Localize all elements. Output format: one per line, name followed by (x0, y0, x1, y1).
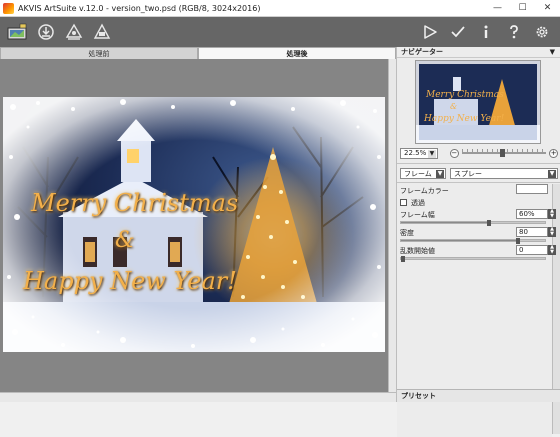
run-icon (424, 25, 437, 39)
density-spinner[interactable]: ▲ ▼ (548, 227, 556, 237)
seed-spinner[interactable]: ▲ ▼ (548, 245, 556, 255)
close-button[interactable]: ✕ (535, 0, 560, 17)
frame-width-spinner[interactable]: ▲ ▼ (548, 209, 556, 219)
svg-text:&: & (450, 102, 457, 111)
settings-icon (536, 26, 548, 38)
chevron-down-icon: ▼ (436, 170, 444, 178)
canvas-vertical-scrollbar[interactable] (388, 59, 396, 392)
frame-color-label: フレームカラー (400, 187, 449, 195)
transparent-checkbox[interactable] (400, 199, 407, 206)
density-label: 密度 (400, 229, 414, 237)
frame-type-value: スプレー (454, 169, 482, 178)
svg-text:Merry Christmas: Merry Christmas (425, 90, 504, 100)
category-value: フレーム (404, 169, 432, 178)
help-button[interactable] (502, 20, 526, 44)
window-title: AKVIS ArtSuite v.12.0 - version_two.psd … (18, 3, 261, 13)
seed-value: 0 (519, 246, 524, 254)
presets-title: プリセット (401, 392, 436, 400)
frame-width-slider-fill (401, 222, 488, 223)
minimize-button[interactable]: — (485, 0, 510, 17)
canvas-horizontal-scrollbar[interactable] (0, 392, 396, 402)
seed-field[interactable]: 0 (516, 245, 548, 255)
zoom-slider[interactable] (461, 149, 547, 157)
frame-width-label: フレーム幅 (400, 211, 435, 219)
navigator-title: ナビゲーター (401, 48, 443, 56)
toolbar (0, 17, 560, 47)
seed-slider-handle[interactable] (401, 256, 405, 262)
greeting-line-3: Happy New Year! (23, 267, 237, 295)
zoom-out-button[interactable]: − (449, 148, 459, 158)
frame-width-slider-handle[interactable] (486, 220, 491, 226)
zoom-in-button[interactable]: + (549, 148, 558, 158)
zoom-value: 22.5% (404, 149, 427, 157)
zoom-controls: 22.5% ▼ − + (397, 146, 560, 160)
navigator-thumbnail: Merry Christmas & Happy New Year! (413, 58, 543, 146)
title-bar: AKVIS ArtSuite v.12.0 - version_two.psd … (0, 0, 560, 17)
greeting-line-2: & (115, 228, 135, 253)
help-icon (510, 25, 518, 39)
frame-width-field[interactable]: 60% (516, 209, 548, 219)
svg-text:Happy New Year!: Happy New Year! (423, 114, 505, 124)
density-slider-fill (401, 240, 517, 241)
settings-button[interactable] (530, 20, 554, 44)
processed-image[interactable]: Merry Christmas & Happy New Year! (3, 97, 385, 352)
save-image-button[interactable] (34, 20, 58, 44)
transparent-label: 透過 (411, 199, 425, 207)
settings-panel: ナビゲーター ▼ Merry Christmas & Happy New Yea… (396, 47, 560, 437)
frame-type-dropdown[interactable]: スプレー ▼ (450, 168, 558, 179)
toolbar-right-group (418, 20, 554, 44)
open-image-icon (7, 23, 27, 40)
tab-before[interactable]: 処理前 (0, 47, 198, 59)
collapse-arrow-icon[interactable]: ▼ (550, 48, 555, 56)
chevron-down-icon: ▼ (548, 170, 556, 178)
greeting-line-1: Merry Christmas (31, 189, 239, 217)
print-icon (93, 23, 111, 39)
density-value: 80 (519, 228, 528, 236)
maximize-button[interactable]: ☐ (510, 0, 535, 17)
app-logo-icon (3, 2, 14, 14)
share-button[interactable] (62, 20, 86, 44)
window-controls: — ☐ ✕ (485, 0, 560, 17)
frame-width-value: 60% (519, 210, 535, 218)
density-field[interactable]: 80 (516, 227, 548, 237)
view-tabs: 処理前 処理後 (0, 47, 396, 59)
panel-divider (397, 182, 560, 183)
navigator-header: ナビゲーター ▼ (397, 47, 560, 58)
density-slider-handle[interactable] (515, 238, 520, 244)
zoom-slider-thumb[interactable] (499, 149, 505, 157)
info-button[interactable] (474, 20, 498, 44)
run-button[interactable] (418, 20, 442, 44)
navigator-preview[interactable]: Merry Christmas & Happy New Year! (413, 58, 543, 146)
share-icon (65, 23, 83, 40)
frame-color-swatch[interactable] (516, 184, 548, 194)
seed-slider[interactable] (400, 256, 546, 262)
seed-label: 乱数開始値 (400, 247, 435, 255)
zoom-select[interactable]: 22.5% ▼ (400, 147, 438, 159)
presets-header[interactable]: プリセット (397, 389, 560, 402)
info-icon (484, 25, 488, 38)
density-slider[interactable] (400, 238, 546, 244)
tab-after[interactable]: 処理後 (198, 47, 396, 59)
christmas-scene-image (3, 97, 385, 352)
apply-button[interactable] (446, 20, 470, 44)
frame-width-slider[interactable] (400, 220, 546, 226)
category-dropdown[interactable]: フレーム ▼ (400, 168, 446, 179)
print-button[interactable] (90, 20, 114, 44)
panel-divider (397, 163, 560, 164)
chevron-down-icon: ▼ (427, 149, 436, 158)
apply-icon (451, 26, 465, 38)
save-image-icon (38, 24, 54, 40)
open-image-button[interactable] (4, 20, 30, 44)
